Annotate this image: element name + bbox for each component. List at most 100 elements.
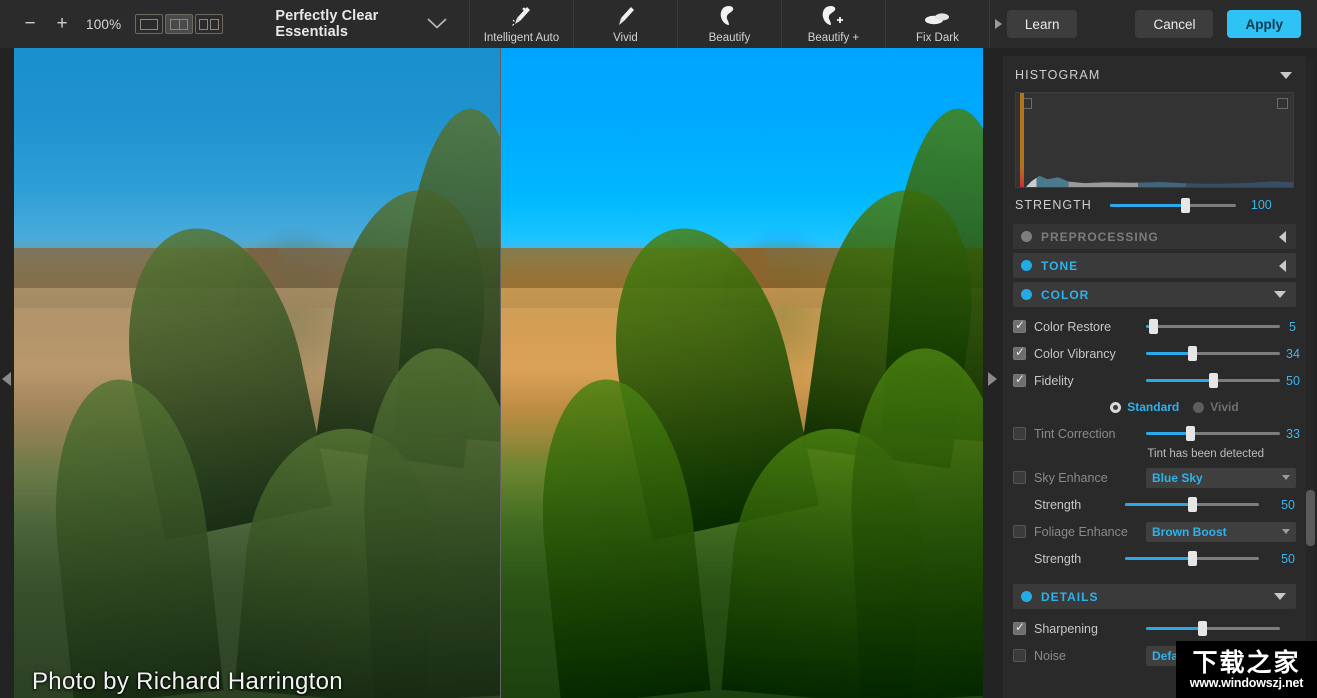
view-mode-split-button[interactable]: [165, 14, 194, 34]
chevron-down-icon: [427, 17, 447, 31]
sharpening-slider[interactable]: [1146, 621, 1280, 636]
image-after-half: [501, 48, 983, 698]
section-color[interactable]: COLOR: [1013, 282, 1296, 307]
site-watermark: 下载之家 www.windowszj.net: [1176, 641, 1317, 698]
fidelity-value: 50: [1286, 373, 1300, 388]
preset-beautify[interactable]: Beautify: [676, 0, 781, 48]
sky-enhance-value: Blue Sky: [1152, 470, 1203, 485]
photo-enhanced: [501, 48, 983, 698]
chevron-left-icon[interactable]: [1279, 230, 1286, 243]
foliage-strength-slider[interactable]: [1125, 551, 1259, 566]
chevron-down-icon[interactable]: [1274, 291, 1286, 298]
image-preview-viewport[interactable]: Photo by Richard Harrington: [14, 48, 983, 698]
sky-strength-label: Strength: [1034, 497, 1082, 512]
fidelity-row: Fidelity 50: [1013, 367, 1300, 394]
noise-checkbox[interactable]: [1013, 649, 1026, 662]
view-mode-side-by-side-button[interactable]: [195, 14, 224, 34]
fidelity-mode-vivid[interactable]: Vivid: [1193, 400, 1239, 414]
histogram-title: HISTOGRAM: [1015, 68, 1101, 82]
zoom-out-button[interactable]: −: [16, 10, 44, 38]
adjustments-panel: HISTOGRAM STRENGTH 100 PREPROCESSING TON…: [1003, 56, 1306, 698]
collapse-left-arrow-icon[interactable]: [2, 372, 11, 386]
foliage-enhance-label: Foliage Enhance: [1034, 524, 1128, 539]
split-divider[interactable]: [500, 48, 501, 698]
fidelity-slider[interactable]: [1146, 373, 1280, 388]
color-restore-value: 5: [1289, 319, 1296, 334]
radio-dot-icon: [1110, 401, 1122, 413]
sky-enhance-checkbox[interactable]: [1013, 471, 1026, 484]
photo-texture: [14, 48, 500, 698]
sky-enhance-dropdown[interactable]: Blue Sky: [1146, 467, 1296, 488]
magic-brush-icon: [509, 5, 533, 27]
foliage-enhance-value: Brown Boost: [1152, 524, 1227, 539]
section-details[interactable]: DETAILS: [1013, 584, 1296, 609]
section-tone[interactable]: TONE: [1013, 253, 1296, 278]
color-vibrancy-value: 34: [1286, 346, 1300, 361]
preset-fix-dark[interactable]: Fix Dark: [884, 0, 989, 48]
color-restore-label: Color Restore: [1034, 319, 1112, 334]
sky-enhance-label: Sky Enhance: [1034, 470, 1108, 485]
histogram-shadow-spike: [1020, 93, 1024, 187]
preset-beautify-plus[interactable]: Beautify +: [780, 0, 885, 48]
foliage-enhance-checkbox[interactable]: [1013, 525, 1026, 538]
zoom-in-button[interactable]: +: [48, 10, 76, 38]
preset-vivid[interactable]: Vivid: [572, 0, 677, 48]
face-icon: [717, 5, 741, 27]
noise-label: Noise: [1034, 648, 1066, 663]
face-plus-icon: [820, 5, 846, 27]
photo-original: [14, 48, 500, 698]
chevron-left-icon[interactable]: [1279, 259, 1286, 272]
fidelity-mode-standard[interactable]: Standard: [1110, 400, 1179, 414]
strength-label: STRENGTH: [1015, 198, 1092, 212]
section-toggle-dot[interactable]: [1021, 260, 1032, 271]
sky-strength-slider[interactable]: [1125, 497, 1259, 512]
sharpening-row: Sharpening: [1013, 615, 1296, 642]
chevron-down-icon: [1282, 529, 1290, 534]
strength-slider[interactable]: [1109, 197, 1236, 213]
color-vibrancy-checkbox[interactable]: [1013, 345, 1026, 360]
chevron-down-icon[interactable]: [1280, 71, 1292, 79]
chevron-down-icon[interactable]: [1274, 593, 1286, 600]
section-label: DETAILS: [1041, 589, 1099, 604]
strength-row: STRENGTH 100: [1003, 188, 1306, 220]
presets-next-arrow[interactable]: [988, 0, 1007, 48]
preset-intelligent-auto[interactable]: Intelligent Auto: [468, 0, 573, 48]
fidelity-checkbox[interactable]: [1013, 372, 1026, 387]
learn-button[interactable]: Learn: [1006, 10, 1078, 38]
side-by-side-view-icon: [199, 18, 220, 30]
tint-correction-slider[interactable]: [1146, 426, 1280, 441]
color-restore-row: Color Restore 5: [1013, 313, 1296, 340]
fidelity-mode-radios: Standard Vivid: [1013, 394, 1296, 420]
brush-icon: [613, 5, 637, 27]
foliage-enhance-dropdown[interactable]: Brown Boost: [1146, 521, 1296, 542]
section-preprocessing[interactable]: PREPROCESSING: [1013, 224, 1296, 249]
preset-label: Intelligent Auto: [483, 31, 560, 44]
cancel-button[interactable]: Cancel: [1135, 10, 1214, 38]
preset-selector[interactable]: Perfectly Clear Essentials: [275, 0, 447, 48]
view-mode-single-button[interactable]: [135, 14, 164, 34]
strength-value: 100: [1250, 198, 1272, 212]
section-toggle-dot[interactable]: [1021, 591, 1032, 602]
image-before-half: [14, 48, 500, 698]
highlight-clip-toggle[interactable]: [1277, 98, 1288, 109]
radio-label: Standard: [1127, 400, 1180, 414]
tint-correction-value: 33: [1286, 426, 1300, 441]
sharpening-checkbox[interactable]: [1013, 620, 1026, 635]
sky-enhance-row: Sky Enhance Blue Sky: [1013, 464, 1296, 491]
tint-detected-note: Tint has been detected: [1147, 448, 1264, 460]
color-restore-checkbox[interactable]: [1013, 318, 1026, 333]
color-restore-slider[interactable]: [1146, 319, 1280, 334]
foliage-strength-row: Strength 50: [1013, 545, 1296, 572]
single-view-icon: [140, 18, 159, 30]
panel-scrollbar-thumb[interactable]: [1306, 490, 1315, 546]
color-vibrancy-slider[interactable]: [1146, 346, 1280, 361]
section-toggle-dot[interactable]: [1021, 289, 1032, 300]
panel-scrollbar[interactable]: [1306, 60, 1315, 690]
expand-right-arrow-icon[interactable]: [988, 372, 997, 386]
histogram-header[interactable]: HISTOGRAM: [1003, 56, 1306, 92]
section-toggle-dot[interactable]: [1021, 231, 1032, 242]
section-label: COLOR: [1041, 287, 1090, 302]
tint-correction-checkbox[interactable]: [1013, 427, 1026, 440]
radio-label: Vivid: [1210, 400, 1239, 414]
apply-button[interactable]: Apply: [1227, 10, 1301, 38]
